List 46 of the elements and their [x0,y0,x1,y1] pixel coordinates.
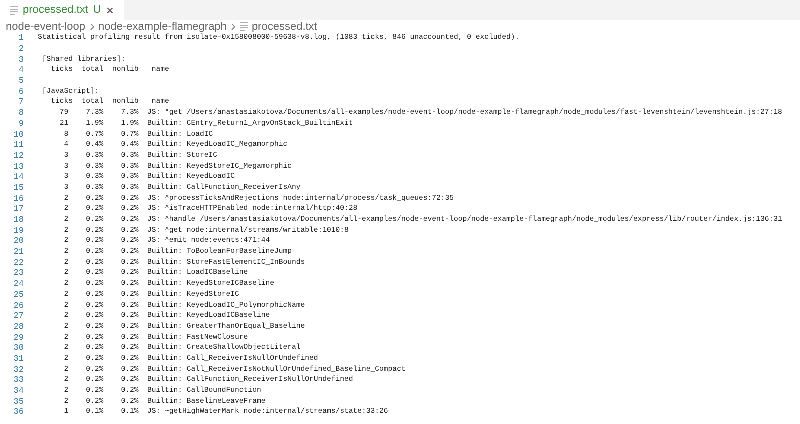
line-number: 22 [12,258,24,268]
line-number: 7 [18,97,24,108]
line-number: 24 [12,279,24,290]
line-number: 19 [12,226,24,236]
chevron-right-icon [90,22,95,30]
line-number: 5 [18,76,24,86]
line-number: 20 [12,236,24,246]
breadcrumb-item[interactable]: node-example-flamegraph [98,20,227,32]
line-number: 2 [18,44,24,54]
line-number: 26 [12,300,24,311]
line-number: 13 [12,162,24,172]
line-number: 18 [12,215,24,226]
line-number: 9 [18,118,24,129]
file-lines-icon [10,6,18,14]
git-status-label: U [93,4,102,16]
line-number: 15 [12,182,24,193]
line-number: 21 [12,247,24,258]
breadcrumb-item[interactable]: node-event-loop [6,20,86,32]
line-number: 27 [12,311,24,322]
close-button[interactable]: × [106,2,114,18]
line-number: 33 [12,375,24,386]
line-number: 28 [12,322,24,332]
line-number: 25 [12,290,24,300]
line-number: 14 [12,172,24,182]
line-number: 17 [12,204,24,214]
line-number: 31 [12,354,24,364]
line-number: 1 [18,33,24,44]
line-number: 12 [12,150,24,161]
line-number: 35 [12,396,24,407]
editor-tab[interactable]: processed.txt U × [0,0,124,20]
line-number: 23 [12,268,24,278]
line-number: 8 [18,108,24,118]
breadcrumb-item[interactable]: processed.txt [252,20,318,32]
line-number: 6 [18,86,24,97]
line-number: 34 [12,386,24,396]
file-lines-icon [240,22,248,31]
line-number: 32 [12,364,24,375]
chevron-right-icon [230,22,236,30]
line-number: 10 [12,130,24,140]
line-number: 36 [12,407,24,418]
line-number: 3 [18,54,24,65]
line-number: 29 [12,332,24,343]
line-number: 11 [12,140,24,150]
line-number: 4 [18,65,24,76]
line-number: 30 [12,343,24,354]
line-number: 16 [12,194,24,204]
